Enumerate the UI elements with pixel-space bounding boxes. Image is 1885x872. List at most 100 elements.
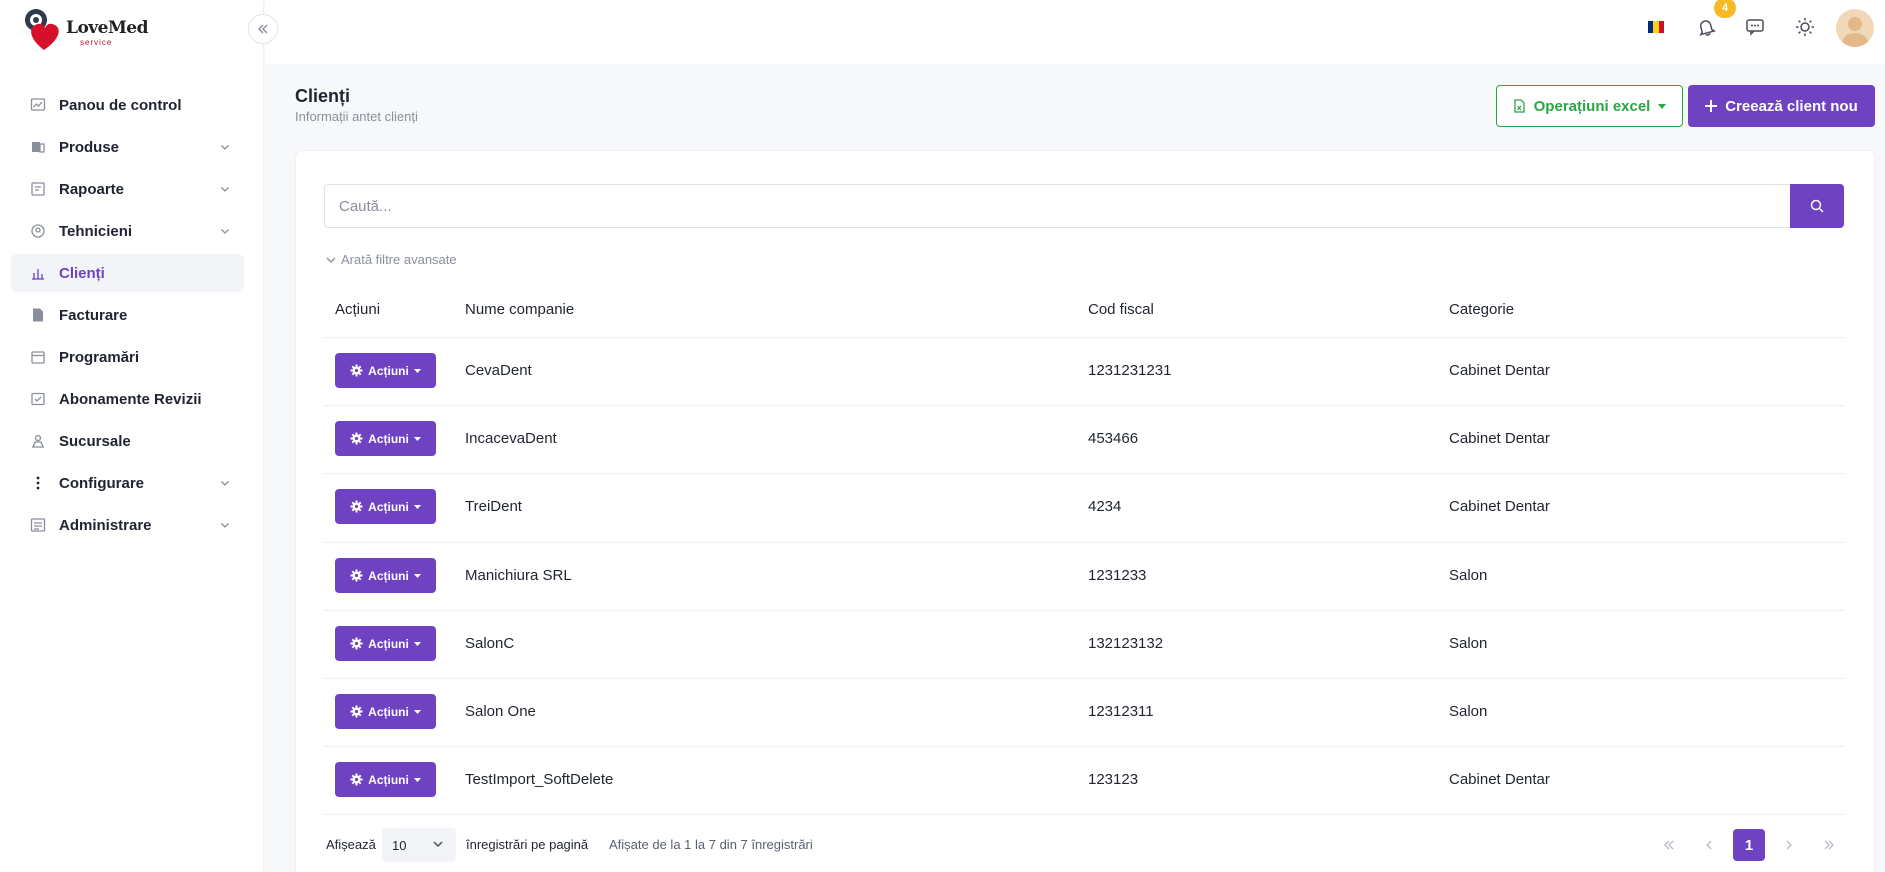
row-actions-button[interactable]: Acțiuni	[335, 558, 436, 593]
sidebar-item-products[interactable]: Produse	[11, 128, 244, 166]
fiscal-code-cell: 1231231231	[1088, 362, 1172, 379]
sidebar-item-clients[interactable]: Clienți	[11, 254, 244, 292]
row-actions-button[interactable]: Acțiuni	[335, 489, 436, 524]
column-header-company[interactable]: Nume companie	[465, 301, 574, 318]
page-button-current[interactable]: 1	[1733, 829, 1765, 861]
row-actions-button[interactable]: Acțiuni	[335, 353, 436, 388]
excel-operations-button[interactable]: Operațiuni excel	[1496, 85, 1683, 127]
sidebar-item-dashboard[interactable]: Panou de control	[11, 86, 244, 124]
caret-down-icon	[413, 709, 421, 714]
sidebar-item-label: Facturare	[59, 306, 128, 324]
previous-page-button[interactable]	[1693, 829, 1725, 861]
sidebar-item-label: Produse	[59, 138, 120, 156]
next-page-button[interactable]	[1773, 829, 1805, 861]
dashboard-icon	[30, 97, 46, 113]
sidebar-item-reports[interactable]: Rapoarte	[11, 170, 244, 208]
table-row: Acțiuni TestImport_SoftDelete 123123 Cabine…	[324, 746, 1844, 814]
theme-toggle-button[interactable]	[1793, 15, 1817, 39]
page-size-select[interactable]: 10	[382, 828, 456, 862]
gear-icon	[350, 705, 363, 718]
chevron-down-icon	[220, 139, 230, 156]
notifications-button[interactable]	[1694, 15, 1718, 39]
sidebar-item-admin[interactable]: Administrare	[11, 506, 244, 544]
table-row: Acțiuni Salon One 12312311 Salon	[324, 678, 1844, 746]
excel-operations-label: Operațiuni excel	[1533, 97, 1651, 115]
double-chevron-right-icon	[1824, 840, 1834, 850]
advanced-filters-toggle[interactable]: Arată filtre avansate	[326, 252, 457, 267]
sidebar-item-invoice[interactable]: Facturare	[11, 296, 244, 334]
category-cell: Salon	[1449, 703, 1488, 720]
sidebar-item-label: Sucursale	[59, 432, 131, 450]
first-page-button[interactable]	[1653, 829, 1685, 861]
clients-icon	[30, 265, 46, 281]
column-header-category[interactable]: Categorie	[1449, 301, 1514, 318]
search-button[interactable]	[1790, 184, 1844, 228]
company-name-cell: CevaDent	[465, 362, 532, 379]
caret-down-icon	[413, 504, 421, 509]
company-name-cell: TestImport_SoftDelete	[465, 771, 614, 788]
last-page-button[interactable]	[1813, 829, 1845, 861]
create-client-button[interactable]: Creează client nou	[1688, 85, 1875, 127]
records-info: Afișate de la 1 la 7 din 7 înregistrări	[609, 837, 813, 852]
gear-icon	[350, 773, 363, 786]
user-avatar-icon	[1841, 17, 1869, 47]
sidebar-item-more-vertical[interactable]: Configurare	[11, 464, 244, 502]
gear-icon	[350, 364, 363, 377]
sidebar-item-label: Programări	[59, 348, 140, 366]
chevron-down-icon	[220, 517, 230, 534]
row-actions-label: Acțiuni	[368, 636, 409, 651]
sidebar-item-subscription[interactable]: Abonamente Revizii	[11, 380, 244, 418]
sidebar-item-label: Rapoarte	[59, 180, 125, 198]
row-actions-button[interactable]: Acțiuni	[335, 421, 436, 456]
gear-icon	[350, 569, 363, 582]
row-actions-button[interactable]: Acțiuni	[335, 762, 436, 797]
advanced-filters-label: Arată filtre avansate	[341, 252, 457, 267]
search-input[interactable]	[324, 184, 1790, 228]
plus-icon	[1705, 100, 1718, 112]
caret-down-icon	[413, 777, 421, 782]
brand-logo[interactable]: LoveMed service	[22, 6, 152, 52]
per-page-label: înregistrări pe pagină	[466, 837, 589, 852]
fiscal-code-cell: 4234	[1088, 498, 1122, 515]
sidebar-collapse-button[interactable]	[248, 14, 278, 44]
file-excel-icon	[1513, 99, 1525, 113]
chat-icon	[1746, 19, 1764, 36]
caret-down-icon	[413, 573, 421, 578]
chevron-left-icon	[1706, 840, 1712, 850]
user-avatar[interactable]	[1836, 9, 1874, 47]
chevron-down-icon	[220, 181, 230, 198]
fiscal-code-cell: 453466	[1088, 430, 1139, 447]
messages-button[interactable]	[1743, 15, 1767, 39]
chevron-down-icon	[433, 841, 443, 848]
row-actions-label: Acțiuni	[368, 363, 409, 378]
sun-icon	[1796, 18, 1814, 36]
chevron-down-icon	[326, 257, 336, 263]
table-row: Acțiuni SalonC 132123132 Salon	[324, 610, 1844, 678]
fiscal-code-cell: 12312311	[1088, 703, 1154, 720]
sidebar: LoveMed service Panou de control Produse R…	[0, 0, 264, 872]
chevron-down-icon	[220, 223, 230, 240]
caret-down-icon	[1658, 103, 1667, 109]
company-name-cell: Salon One	[465, 703, 536, 720]
branches-icon	[30, 433, 46, 449]
column-header-fiscal-code[interactable]: Cod fiscal	[1088, 301, 1154, 318]
reports-icon	[30, 181, 46, 197]
category-cell: Cabinet Dentar	[1449, 771, 1550, 788]
page-size-value: 10	[392, 837, 407, 853]
language-flag-icon[interactable]	[1648, 21, 1664, 33]
company-name-cell: SalonC	[465, 635, 515, 652]
fiscal-code-cell: 123123	[1088, 771, 1139, 788]
gear-icon	[350, 500, 363, 513]
caret-down-icon	[413, 641, 421, 646]
row-actions-button[interactable]: Acțiuni	[335, 694, 436, 729]
topbar	[265, 0, 1885, 64]
sidebar-item-branches[interactable]: Sucursale	[11, 422, 244, 460]
sidebar-item-label: Abonamente Revizii	[59, 390, 202, 408]
sidebar-item-technicians[interactable]: Tehnicieni	[11, 212, 244, 250]
caret-down-icon	[413, 436, 421, 441]
table-row: Acțiuni CevaDent 1231231231 Cabinet Dentar	[324, 337, 1844, 405]
row-actions-button[interactable]: Acțiuni	[335, 626, 436, 661]
sidebar-item-calendar[interactable]: Programări	[11, 338, 244, 376]
row-actions-label: Acțiuni	[368, 431, 409, 446]
row-actions-label: Acțiuni	[368, 499, 409, 514]
